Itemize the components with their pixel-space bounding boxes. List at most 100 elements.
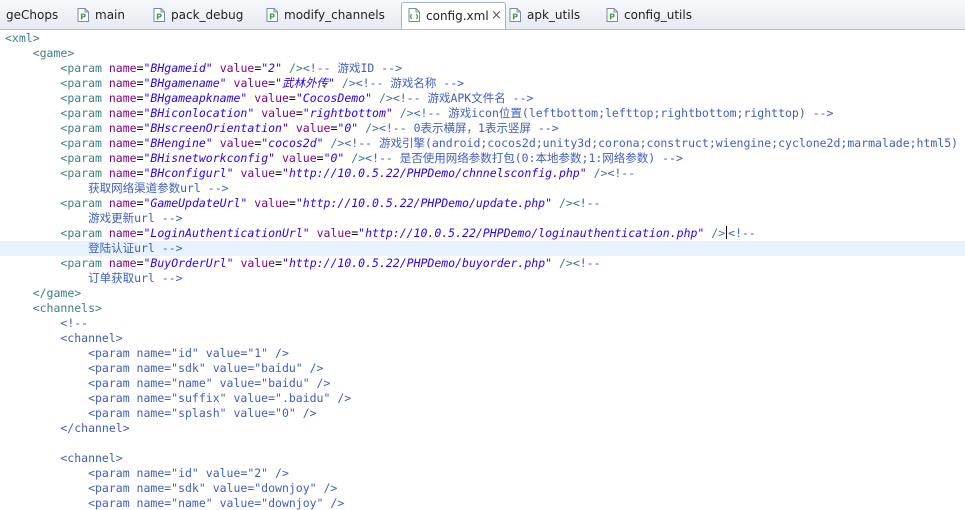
code-line[interactable]: <param name="BHgamename" value="武林外传" />…	[0, 76, 965, 91]
code-line[interactable]: <channel>	[0, 451, 965, 466]
tab-label: main	[95, 8, 125, 22]
code-token: <param	[60, 61, 109, 75]
code-token: "0"	[337, 121, 359, 135]
code-token: value	[261, 106, 296, 120]
code-line-content: <param name="BHengine" value="cocos2d" /…	[5, 136, 965, 151]
code-line[interactable]: 获取网络渠道参数url -->	[0, 181, 965, 196]
tab-main[interactable]: Pmain	[77, 3, 147, 29]
code-line-content: </game>	[5, 286, 81, 301]
code-token: =	[288, 196, 296, 210]
code-line[interactable]: <game>	[0, 46, 965, 61]
code-line[interactable]: <param name="BuyOrderUrl" value="http://…	[0, 256, 965, 271]
code-token: name	[108, 76, 137, 90]
code-line[interactable]: <param name="BHscreenOrientation" value=…	[0, 121, 965, 136]
code-line-content: <param name="BHconfigurl" value="http://…	[5, 166, 635, 181]
close-tab-icon[interactable]: ×	[491, 4, 502, 28]
code-token: name	[108, 91, 137, 105]
code-token: =	[288, 91, 296, 105]
code-token: <param name="suffix" value=".baidu" />	[5, 391, 352, 405]
tab-config-xml[interactable]: config.xml ×	[401, 2, 506, 29]
code-line[interactable]: </game>	[0, 286, 965, 301]
code-line[interactable]: <param name="BHengine" value="cocos2d" /…	[0, 136, 965, 151]
code-line[interactable]: <!--	[0, 316, 965, 331]
code-token: "GameUpdateUrl"	[143, 196, 248, 210]
code-token: <param name="name" value="downjoy" />	[5, 496, 345, 510]
code-line[interactable]: <param name="id" value="1" />	[0, 346, 965, 361]
code-token: =	[136, 226, 144, 240]
code-token: =	[136, 256, 144, 270]
tab-modify-channels[interactable]: Pmodify_channels	[266, 3, 394, 29]
code-token: name	[108, 106, 137, 120]
code-token: "BHengine"	[143, 136, 213, 150]
code-line[interactable]: </channel>	[0, 421, 965, 436]
code-token: />	[351, 151, 366, 165]
code-line[interactable]: <param name="BHconfigurl" value="http://…	[0, 166, 965, 181]
code-token: "BHscreenOrientation"	[143, 121, 289, 135]
code-line[interactable]: <param name="splash" value="0" />	[0, 406, 965, 421]
code-line[interactable]: <param name="name" value="baidu" />	[0, 376, 965, 391]
code-token: <channels>	[32, 301, 102, 315]
code-token: </game>	[32, 286, 82, 300]
code-token: <param	[60, 151, 109, 165]
code-line-content: <game>	[5, 46, 75, 61]
code-line[interactable]: <param name="sdk" value="downjoy" />	[0, 481, 965, 496]
code-token: "武林外传"	[275, 76, 335, 90]
code-line-content: <param name="GameUpdateUrl" value="http:…	[5, 196, 601, 211]
code-token: <param	[60, 226, 109, 240]
code-line[interactable]: <param name="id" value="2" />	[0, 466, 965, 481]
code-line[interactable]: <param name="BHisnetworkconfig" value="0…	[0, 151, 965, 166]
code-token: <!-- 是否使用网络参数打包(0:本地参数;1:网络参数) -->	[365, 151, 683, 165]
code-token: name	[108, 61, 137, 75]
code-line[interactable]: <param name="LoginAuthenticationUrl" val…	[0, 226, 965, 241]
code-token: 订单获取url -->	[5, 271, 183, 285]
code-token: value	[233, 76, 269, 90]
code-line[interactable]: <param name="BHgameid" value="2" /><!-- …	[0, 61, 965, 76]
code-token: "http://10.0.5.22/PHPDemo/loginauthentic…	[358, 226, 705, 240]
p-file-icon: P	[77, 8, 89, 22]
code-line[interactable]: <param name="sdk" value="baidu" />	[0, 361, 965, 376]
code-line[interactable]: <param name="BHiconlocation" value="righ…	[0, 106, 965, 121]
code-line-content: <channel>	[5, 451, 122, 466]
code-token: "http://10.0.5.22/PHPDemo/update.php"	[295, 196, 553, 210]
code-line[interactable]: <channels>	[0, 301, 965, 316]
editor-tab-bar: geChops Pmain Ppack_debug Pmodify_channels c…	[0, 0, 965, 30]
code-line[interactable]: 登陆认证url -->	[0, 241, 965, 256]
code-token: "CocosDemo"	[295, 91, 373, 105]
code-line-content: <param name="sdk" value="baidu" />	[5, 361, 323, 376]
code-token: <!--	[572, 196, 601, 210]
code-line[interactable]: <param name="suffix" value=".baidu" />	[0, 391, 965, 406]
code-line[interactable]: <channel>	[0, 331, 965, 346]
code-line[interactable]: <param name="name" value="downjoy" />	[0, 496, 965, 510]
code-line-content: <param name="splash" value="0" />	[5, 406, 316, 421]
code-line-content: <!--	[5, 316, 88, 331]
code-token: value	[219, 136, 255, 150]
tab-pack-debug[interactable]: Ppack_debug	[153, 3, 258, 29]
text-caret	[726, 226, 728, 239]
code-line-content: <param name="name" value="baidu" />	[5, 376, 330, 391]
code-token: "LoginAuthenticationUrl"	[143, 226, 310, 240]
code-editor[interactable]: <xml> <game> <param name="BHgameid" valu…	[0, 30, 965, 510]
tab-gechops[interactable]: geChops	[0, 3, 64, 29]
code-token: "rightbottom"	[302, 106, 393, 120]
tab-config-utils[interactable]: Pconfig_utils	[606, 3, 716, 29]
code-line[interactable]: <xml>	[0, 31, 965, 46]
tab-apk-utils[interactable]: Papk_utils	[509, 3, 599, 29]
code-line[interactable]: 订单获取url -->	[0, 271, 965, 286]
code-token: value	[240, 166, 276, 180]
code-token: <param name="id" value="1" />	[5, 346, 289, 360]
code-token: =	[136, 151, 144, 165]
code-line[interactable]: <param name="BHgameapkname" value="Cocos…	[0, 91, 965, 106]
code-line[interactable]: <param name="GameUpdateUrl" value="http:…	[0, 196, 965, 211]
code-line[interactable]: 游戏更新url -->	[0, 211, 965, 226]
code-token: </channel>	[5, 421, 130, 435]
code-line[interactable]	[0, 436, 965, 451]
code-token: "BHisnetworkconfig"	[143, 151, 276, 165]
tab-label: config.xml	[426, 9, 489, 23]
